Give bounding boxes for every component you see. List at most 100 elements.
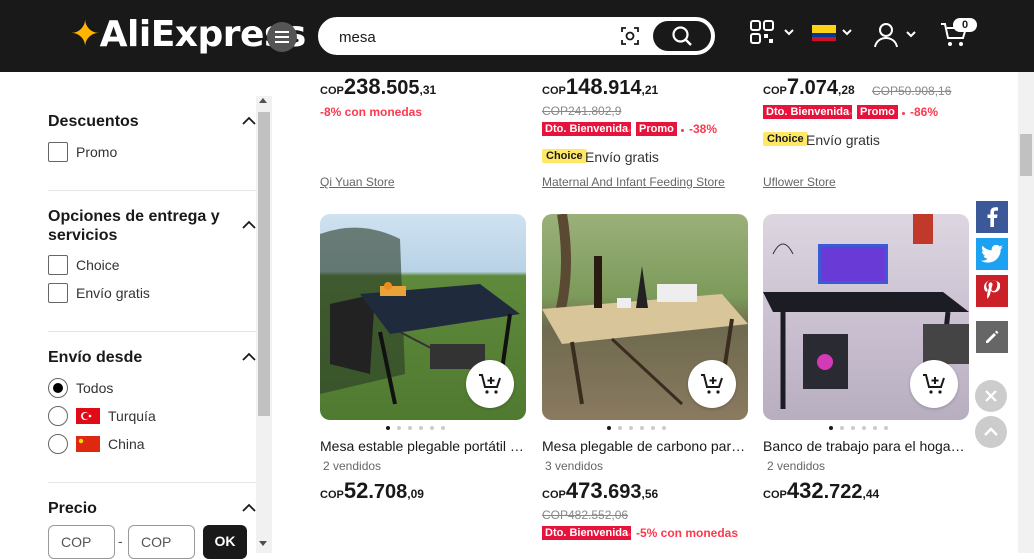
add-to-cart-button[interactable] xyxy=(688,360,736,408)
product-title[interactable]: Mesa estable plegable portátil para exte… xyxy=(320,438,526,454)
price-ok-button[interactable]: OK xyxy=(203,525,247,559)
product-price: COP7.074,28 xyxy=(763,74,855,99)
facebook-share-button[interactable] xyxy=(976,201,1008,233)
product-price: COP238.505,31 xyxy=(320,74,437,99)
radio-selected[interactable] xyxy=(48,378,68,398)
filter-discounts: Descuentos xyxy=(48,112,256,131)
option-label: Promo xyxy=(76,144,118,160)
filter-option-all[interactable]: Todos xyxy=(48,378,113,398)
filter-title: Descuentos xyxy=(48,113,139,130)
filter-option-turkey[interactable]: Turquía xyxy=(48,406,156,426)
radio[interactable] xyxy=(48,434,68,454)
original-price: COP50.908,16 xyxy=(872,84,952,98)
chevron-up-icon[interactable] xyxy=(242,503,256,512)
sidebar-scrollbar-thumb[interactable] xyxy=(258,112,270,416)
sold-count: 2 vendidos xyxy=(767,459,826,473)
price-separator: - xyxy=(118,533,123,549)
search-icon xyxy=(672,26,692,46)
filter-option-china[interactable]: China xyxy=(48,434,145,454)
separator-dot xyxy=(628,129,631,132)
cart-plus-icon xyxy=(923,374,945,394)
option-label: Envío gratis xyxy=(76,285,150,301)
scroll-down-arrow-icon[interactable] xyxy=(259,541,267,546)
filter-price: Precio xyxy=(48,499,256,518)
product-title[interactable]: Mesa plegable de carbono para acampar xyxy=(542,438,748,454)
menu-button[interactable] xyxy=(267,22,297,52)
search-input[interactable] xyxy=(339,26,599,48)
store-link[interactable]: Qi Yuan Store xyxy=(320,175,395,189)
choice-badge: Choice xyxy=(763,132,808,146)
filter-ships-from: Envío desde xyxy=(48,348,256,367)
scroll-up-arrow-icon[interactable] xyxy=(259,98,267,103)
option-label: Todos xyxy=(76,380,114,396)
radio[interactable] xyxy=(48,406,68,426)
chevron-up-icon xyxy=(984,427,998,436)
pinterest-share-button[interactable] xyxy=(976,275,1008,307)
close-icon xyxy=(985,390,997,402)
free-shipping-label: Envío gratis xyxy=(585,149,659,165)
account-icon[interactable] xyxy=(874,22,918,53)
camera-search-icon[interactable] xyxy=(619,25,641,52)
twitter-icon xyxy=(981,245,1003,263)
search-button[interactable] xyxy=(653,21,711,51)
chevron-up-icon[interactable] xyxy=(242,220,256,229)
chevron-up-icon[interactable] xyxy=(242,116,256,125)
separator-dot xyxy=(628,533,631,536)
chevron-up-icon[interactable] xyxy=(242,352,256,361)
back-to-top-button[interactable] xyxy=(975,416,1007,448)
image-carousel-dots[interactable] xyxy=(386,426,445,430)
close-share-button[interactable] xyxy=(975,380,1007,412)
product-price: COP473.693,56 xyxy=(542,478,659,503)
search-bar xyxy=(318,17,715,55)
filter-option-choice[interactable]: Choice xyxy=(48,255,120,275)
product-price: COP52.708,09 xyxy=(320,478,424,503)
colombia-flag-icon[interactable] xyxy=(812,25,854,46)
promo-tag: Promo xyxy=(636,122,677,136)
filter-sidebar xyxy=(0,72,272,553)
checkbox[interactable] xyxy=(48,283,68,303)
filter-title: Precio xyxy=(48,500,97,517)
free-shipping-label: Envío gratis xyxy=(806,132,880,148)
image-carousel-dots[interactable] xyxy=(607,426,666,430)
china-flag-icon xyxy=(76,436,100,452)
welcome-discount-tag: Dto. Bienvenida xyxy=(763,105,853,119)
page-scrollbar-thumb[interactable] xyxy=(1020,134,1032,176)
welcome-discount-tag: Dto. Bienvenida xyxy=(542,526,632,540)
edit-share-button[interactable] xyxy=(976,321,1008,353)
option-label: Choice xyxy=(76,257,120,273)
filter-option-free-shipping[interactable]: Envío gratis xyxy=(48,283,150,303)
top-bar: ✦AliExpress 0 xyxy=(0,0,1034,72)
cart-count-badge: 0 xyxy=(953,18,977,32)
checkbox[interactable] xyxy=(48,142,68,162)
qr-code-icon[interactable] xyxy=(750,20,796,53)
pencil-icon xyxy=(986,330,999,343)
image-carousel-dots[interactable] xyxy=(829,426,888,430)
twitter-share-button[interactable] xyxy=(976,238,1008,270)
product-title[interactable]: Banco de trabajo para el hogar escritori… xyxy=(763,438,969,454)
product-price: COP432.722,44 xyxy=(763,478,880,503)
welcome-discount-tag: Dto. Bienvenida xyxy=(542,122,632,136)
sold-count: 2 vendidos xyxy=(323,459,382,473)
sold-count: 3 vendidos xyxy=(545,459,604,473)
filter-title: Envío desde xyxy=(48,349,143,366)
separator-dot xyxy=(902,112,905,115)
checkbox[interactable] xyxy=(48,255,68,275)
filter-option-promo[interactable]: Promo xyxy=(48,142,117,162)
divider xyxy=(48,190,256,191)
store-link[interactable]: Uflower Store xyxy=(763,175,836,189)
cart-plus-icon xyxy=(479,374,501,394)
add-to-cart-button[interactable] xyxy=(466,360,514,408)
separator-dot xyxy=(849,112,852,115)
option-label: China xyxy=(108,436,145,452)
facebook-icon xyxy=(987,207,998,227)
discount-percent: -38% xyxy=(689,122,718,136)
price-min-input[interactable]: COP xyxy=(48,525,115,559)
original-price: COP241.802,9 xyxy=(542,104,622,118)
store-link[interactable]: Maternal And Infant Feeding Store xyxy=(542,175,725,189)
add-to-cart-button[interactable] xyxy=(910,360,958,408)
filter-title: Opciones de entrega y servicios xyxy=(48,208,220,244)
option-label: Turquía xyxy=(108,408,156,424)
price-max-input[interactable]: COP xyxy=(128,525,195,559)
pinterest-icon xyxy=(984,280,1000,299)
promo-tag: Promo xyxy=(857,105,898,119)
